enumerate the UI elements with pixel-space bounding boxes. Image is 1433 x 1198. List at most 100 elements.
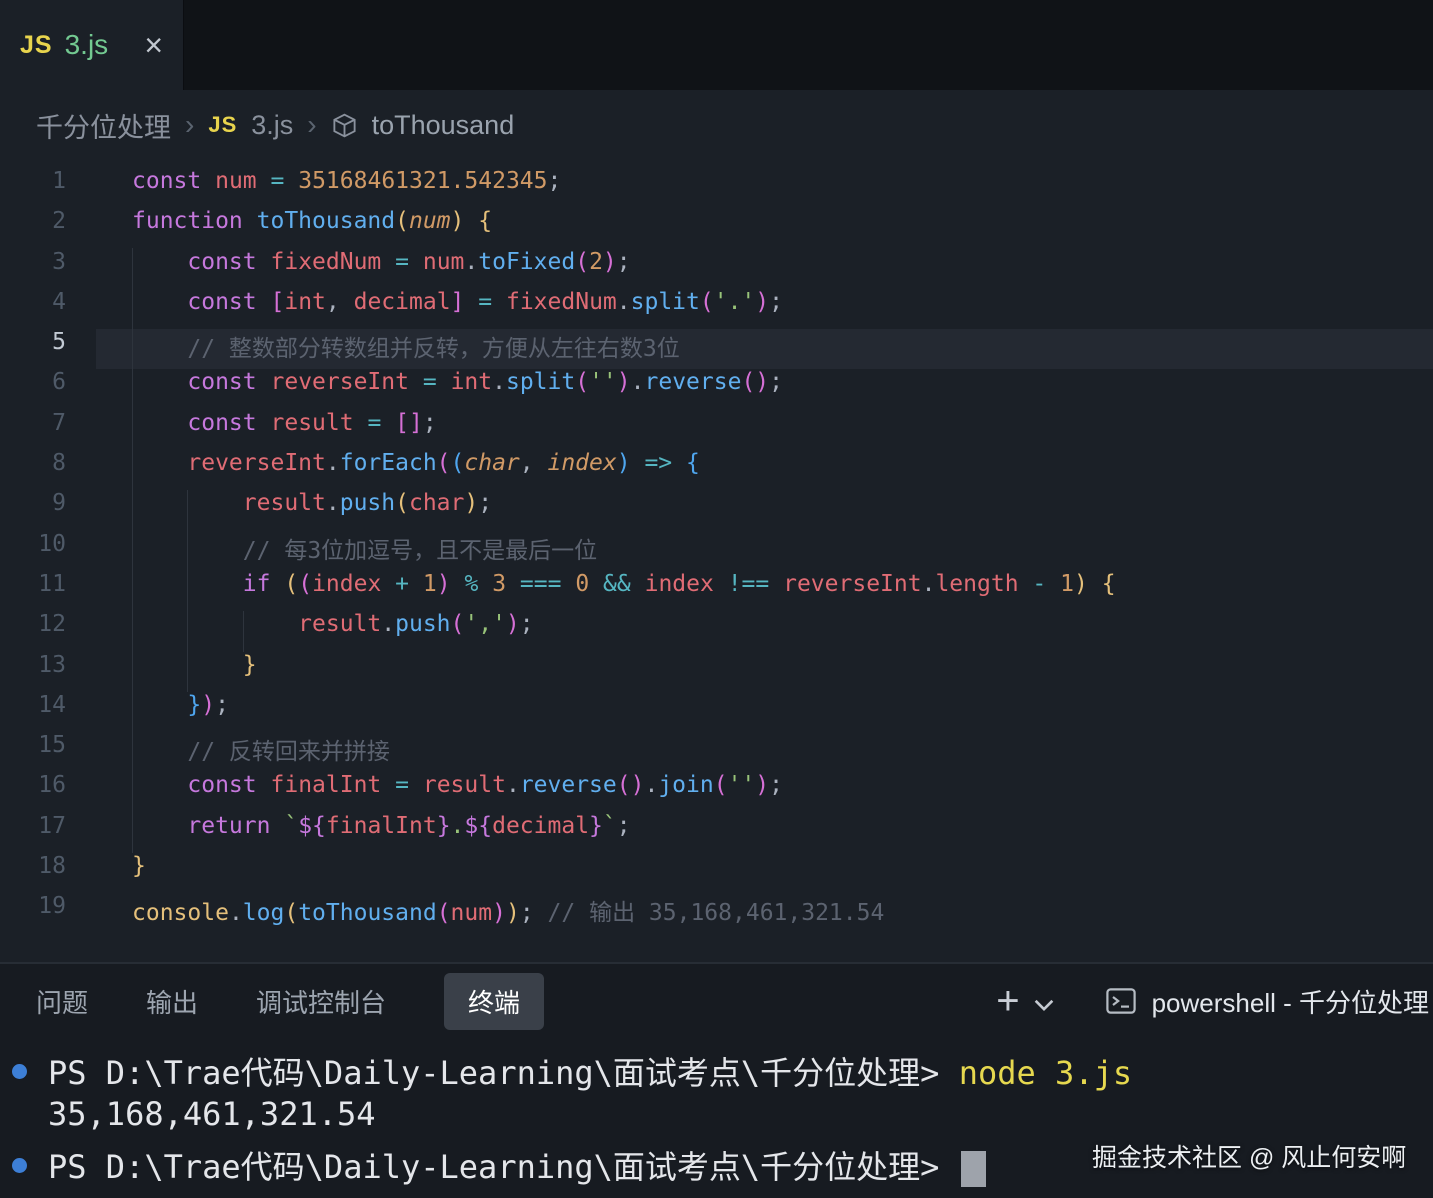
code-line[interactable]: 12 result.push(','); bbox=[0, 611, 1433, 651]
code-line[interactable]: 3 const fixedNum = num.toFixed(2); bbox=[0, 249, 1433, 289]
code-token: ) bbox=[464, 490, 479, 517]
code-token: ( bbox=[284, 900, 299, 927]
terminal-session-label[interactable]: powershell - 千分位处理 bbox=[1152, 983, 1429, 1020]
panel-tab-output[interactable]: 输出 bbox=[146, 973, 198, 1030]
code-token: console bbox=[132, 900, 229, 927]
code-line[interactable]: 7 const result = []; bbox=[0, 410, 1433, 450]
code-line[interactable]: 17 return `${finalInt}.${decimal}`; bbox=[0, 813, 1433, 853]
code-line[interactable]: 6 const reverseInt = int.split('').rever… bbox=[0, 369, 1433, 409]
code-line-content: const result = []; bbox=[96, 410, 1433, 450]
code-token: finalInt bbox=[325, 812, 437, 839]
code-token: ( bbox=[395, 490, 409, 517]
breadcrumb-symbol[interactable]: toThousand bbox=[372, 110, 515, 141]
command-decoration-icon[interactable] bbox=[12, 1064, 27, 1079]
code-token: => bbox=[644, 450, 673, 477]
code-line-content: return `${finalInt}.${decimal}`; bbox=[96, 813, 1433, 853]
code-token: ) bbox=[505, 900, 520, 927]
command-decoration-icon[interactable] bbox=[12, 1158, 27, 1173]
line-number[interactable]: 19 bbox=[0, 893, 96, 933]
chevron-down-icon[interactable] bbox=[1034, 990, 1054, 1012]
code-line[interactable]: 8 reverseInt.forEach((char, index) => { bbox=[0, 450, 1433, 490]
code-token: ) bbox=[755, 288, 770, 315]
code-token: } bbox=[187, 691, 202, 718]
code-line[interactable]: 11 if ((index + 1) % 3 === 0 && index !=… bbox=[0, 571, 1433, 611]
code-token: decimal bbox=[492, 812, 590, 839]
line-number[interactable]: 3 bbox=[0, 249, 96, 289]
line-number[interactable]: 16 bbox=[0, 772, 96, 812]
code-line[interactable]: 14 }); bbox=[0, 692, 1433, 732]
new-terminal-button[interactable]: + bbox=[996, 981, 1019, 1021]
code-line[interactable]: 2 function toThousand(num) { bbox=[0, 208, 1433, 248]
breadcrumb-folder[interactable]: 千分位处理 bbox=[36, 106, 171, 145]
line-number[interactable]: 7 bbox=[0, 410, 96, 450]
code-line-content: if ((index + 1) % 3 === 0 && index !== r… bbox=[96, 571, 1433, 611]
code-line[interactable]: 19 console.log(toThousand(num)); // 输出 35… bbox=[0, 893, 1433, 933]
code-token: toThousand bbox=[298, 900, 437, 927]
code-line[interactable]: 13 } bbox=[0, 652, 1433, 692]
code-token: reverse bbox=[519, 772, 617, 799]
javascript-file-icon: JS bbox=[20, 30, 53, 59]
code-token: = bbox=[395, 248, 409, 275]
code-token: ( bbox=[395, 208, 409, 235]
code-token: . bbox=[630, 369, 645, 396]
line-number[interactable]: 14 bbox=[0, 692, 96, 732]
code-token: = bbox=[270, 168, 285, 194]
line-number[interactable]: 15 bbox=[0, 732, 96, 772]
line-number[interactable]: 17 bbox=[0, 813, 96, 853]
code-line[interactable]: 15 // 反转回来并拼接 bbox=[0, 732, 1433, 772]
code-line[interactable]: 9 result.push(char); bbox=[0, 490, 1433, 530]
line-number[interactable]: 9 bbox=[0, 490, 96, 530]
line-number[interactable]: 12 bbox=[0, 611, 96, 651]
panel-tab-terminal[interactable]: 终端 bbox=[444, 972, 545, 1030]
close-tab-icon[interactable]: × bbox=[144, 29, 163, 61]
line-number[interactable]: 10 bbox=[0, 531, 96, 571]
panel-tab-problems[interactable]: 问题 bbox=[36, 973, 88, 1030]
code-line[interactable]: 18} bbox=[0, 853, 1433, 893]
tab-3js[interactable]: JS 3.js × bbox=[0, 0, 184, 90]
line-number[interactable]: 8 bbox=[0, 450, 96, 490]
code-token: finalInt bbox=[270, 772, 382, 799]
editor-tab-bar: JS 3.js × bbox=[0, 0, 1433, 90]
terminal-segment: PS D:\Trae代码\Daily-Learning\面试考点\千分位处理> bbox=[48, 1054, 959, 1092]
code-token: ) bbox=[630, 772, 645, 799]
symbol-method-icon bbox=[331, 112, 358, 139]
code-line-content: const fixedNum = num.toFixed(2); bbox=[96, 249, 1433, 289]
line-number[interactable]: 5 bbox=[0, 329, 96, 369]
code-line-content: } bbox=[96, 652, 1433, 692]
line-number[interactable]: 18 bbox=[0, 853, 96, 893]
code-line-content: // 每3位加逗号，且不是最后一位 bbox=[96, 531, 1433, 571]
panel-tabs: 问题 输出 调试控制台 终端 bbox=[36, 972, 584, 1030]
panel-tab-debug-console[interactable]: 调试控制台 bbox=[256, 973, 386, 1030]
code-line[interactable]: 1 const num = 35168461321.542345; bbox=[0, 168, 1433, 208]
line-number[interactable]: 4 bbox=[0, 289, 96, 329]
line-number[interactable]: 11 bbox=[0, 571, 96, 611]
code-line[interactable]: 16 const finalInt = result.reverse().joi… bbox=[0, 772, 1433, 812]
code-line[interactable]: 10 // 每3位加逗号，且不是最后一位 bbox=[0, 531, 1433, 571]
line-number[interactable]: 13 bbox=[0, 652, 96, 692]
code-token: [] bbox=[395, 409, 423, 436]
line-number[interactable]: 1 bbox=[0, 168, 96, 208]
code-editor[interactable]: 1 const num = 35168461321.542345; 2 functio… bbox=[0, 160, 1433, 934]
code-line-content: result.push(char); bbox=[96, 490, 1433, 530]
code-line[interactable]: 5 // 整数部分转数组并反转，方便从左往右数3位 bbox=[0, 329, 1433, 370]
code-token: char bbox=[464, 450, 520, 477]
code-token: reverseInt bbox=[187, 450, 326, 477]
code-token: . bbox=[616, 288, 631, 315]
line-number[interactable]: 2 bbox=[0, 208, 96, 248]
line-number[interactable]: 6 bbox=[0, 369, 96, 409]
breadcrumb-file[interactable]: 3.js bbox=[251, 110, 293, 141]
code-token: ( bbox=[699, 288, 714, 315]
code-line[interactable]: 4 const [int, decimal] = fixedNum.split(… bbox=[0, 289, 1433, 329]
